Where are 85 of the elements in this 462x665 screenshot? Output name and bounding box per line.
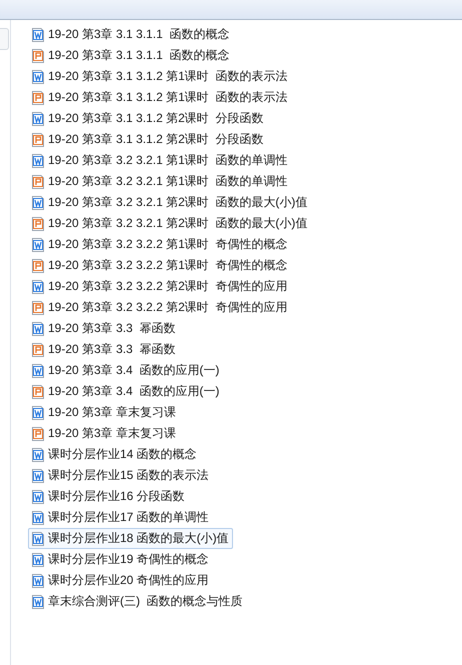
file-name: 19-20 第3章 章末复习课 xyxy=(48,425,176,442)
word-document-icon xyxy=(31,552,45,568)
file-name: 19-20 第3章 3.1 3.1.2 第1课时 函数的表示法 xyxy=(48,89,288,106)
file-name: 课时分层作业20 奇偶性的应用 xyxy=(48,572,209,589)
file-name: 课时分层作业18 函数的最大(小)值 xyxy=(48,530,229,547)
word-document-icon xyxy=(31,594,45,610)
file-item[interactable]: 19-20 第3章 章末复习课 xyxy=(28,402,180,423)
file-item[interactable]: 19-20 第3章 3.2 3.2.2 第2课时 奇偶性的应用 xyxy=(28,276,292,297)
file-name: 章末综合测评(三) 函数的概念与性质 xyxy=(48,593,243,610)
pdf-document-icon xyxy=(31,216,45,232)
file-item[interactable]: 课时分层作业17 函数的单调性 xyxy=(28,507,213,528)
word-document-icon xyxy=(31,510,45,526)
word-document-icon xyxy=(31,278,45,294)
file-name: 19-20 第3章 3.1 3.1.2 第2课时 分段函数 xyxy=(48,110,264,127)
file-item[interactable]: 19-20 第3章 3.1 3.1.1 函数的概念 xyxy=(28,24,234,45)
nav-pane-button[interactable] xyxy=(0,28,9,50)
file-item[interactable]: 19-20 第3章 3.3 幂函数 xyxy=(28,318,180,339)
pdf-document-icon xyxy=(31,300,45,316)
file-name: 19-20 第3章 3.1 3.1.2 第2课时 分段函数 xyxy=(48,131,264,148)
word-document-icon xyxy=(31,530,45,546)
file-name: 19-20 第3章 3.2 3.2.2 第2课时 奇偶性的应用 xyxy=(48,278,288,295)
word-document-icon xyxy=(31,152,45,168)
file-item[interactable]: 19-20 第3章 3.2 3.2.2 第2课时 奇偶性的应用 xyxy=(28,297,292,318)
file-item[interactable]: 19-20 第3章 章末复习课 xyxy=(28,423,180,444)
pdf-document-icon xyxy=(31,90,45,106)
file-name: 课时分层作业19 奇偶性的概念 xyxy=(48,551,209,568)
word-document-icon xyxy=(31,236,45,252)
word-document-icon xyxy=(31,572,45,588)
file-name: 19-20 第3章 3.2 3.2.1 第1课时 函数的单调性 xyxy=(48,152,288,169)
file-item[interactable]: 19-20 第3章 3.2 3.2.2 第1课时 奇偶性的概念 xyxy=(28,255,292,276)
word-document-icon xyxy=(31,362,45,378)
file-item[interactable]: 19-20 第3章 3.1 3.1.2 第2课时 分段函数 xyxy=(28,129,268,150)
pdf-document-icon xyxy=(31,384,45,400)
file-name: 19-20 第3章 3.2 3.2.2 第1课时 奇偶性的概念 xyxy=(48,236,288,253)
file-name: 课时分层作业17 函数的单调性 xyxy=(48,509,209,526)
word-document-icon xyxy=(31,320,45,336)
file-item[interactable]: 19-20 第3章 3.1 3.1.2 第1课时 函数的表示法 xyxy=(28,87,292,108)
file-item[interactable]: 课时分层作业20 奇偶性的应用 xyxy=(28,570,213,591)
file-name: 课时分层作业16 分段函数 xyxy=(48,488,185,505)
file-name: 19-20 第3章 3.2 3.2.1 第2课时 函数的最大(小)值 xyxy=(48,194,308,211)
file-name: 19-20 第3章 3.4 函数的应用(一) xyxy=(48,383,220,400)
file-item[interactable]: 19-20 第3章 3.2 3.2.2 第1课时 奇偶性的概念 xyxy=(28,234,292,255)
pdf-document-icon xyxy=(31,258,45,274)
word-document-icon xyxy=(31,110,45,126)
word-document-icon xyxy=(31,468,45,484)
file-item[interactable]: 19-20 第3章 3.2 3.2.1 第1课时 函数的单调性 xyxy=(28,150,292,171)
file-name: 19-20 第3章 3.2 3.2.1 第1课时 函数的单调性 xyxy=(48,173,288,190)
file-name: 19-20 第3章 3.4 函数的应用(一) xyxy=(48,362,220,379)
file-name: 课时分层作业14 函数的概念 xyxy=(48,446,197,463)
pdf-document-icon xyxy=(31,426,45,442)
pdf-document-icon xyxy=(31,174,45,190)
file-name: 19-20 第3章 3.1 3.1.1 函数的概念 xyxy=(48,26,230,43)
file-item[interactable]: 19-20 第3章 3.1 3.1.2 第2课时 分段函数 xyxy=(28,108,268,129)
file-item[interactable]: 章末综合测评(三) 函数的概念与性质 xyxy=(28,591,247,612)
file-name: 19-20 第3章 3.1 3.1.2 第1课时 函数的表示法 xyxy=(48,68,288,85)
pdf-document-icon xyxy=(31,48,45,64)
file-item[interactable]: 19-20 第3章 3.2 3.2.1 第1课时 函数的单调性 xyxy=(28,171,292,192)
file-name: 19-20 第3章 3.3 幂函数 xyxy=(48,320,176,337)
file-name: 19-20 第3章 3.2 3.2.2 第1课时 奇偶性的概念 xyxy=(48,257,288,274)
file-name: 19-20 第3章 3.3 幂函数 xyxy=(48,341,176,358)
pdf-document-icon xyxy=(31,132,45,148)
word-document-icon xyxy=(31,488,45,504)
file-item[interactable]: 19-20 第3章 3.3 幂函数 xyxy=(28,339,180,360)
pdf-document-icon xyxy=(31,342,45,358)
word-document-icon xyxy=(31,68,45,84)
file-item[interactable]: 课时分层作业18 函数的最大(小)值 xyxy=(28,528,233,549)
file-item[interactable]: 19-20 第3章 3.1 3.1.1 函数的概念 xyxy=(28,45,234,66)
file-item[interactable]: 19-20 第3章 3.1 3.1.2 第1课时 函数的表示法 xyxy=(28,66,292,87)
file-name: 19-20 第3章 3.1 3.1.1 函数的概念 xyxy=(48,47,230,64)
word-document-icon xyxy=(31,194,45,210)
file-item[interactable]: 课时分层作业19 奇偶性的概念 xyxy=(28,549,213,570)
word-document-icon xyxy=(31,446,45,462)
file-name: 19-20 第3章 3.2 3.2.1 第2课时 函数的最大(小)值 xyxy=(48,215,308,232)
file-item[interactable]: 课时分层作业16 分段函数 xyxy=(28,486,189,507)
file-item[interactable]: 课时分层作业14 函数的概念 xyxy=(28,444,201,465)
word-document-icon xyxy=(31,404,45,420)
file-item[interactable]: 课时分层作业15 函数的表示法 xyxy=(28,465,213,486)
file-item[interactable]: 19-20 第3章 3.2 3.2.1 第2课时 函数的最大(小)值 xyxy=(28,192,312,213)
file-name: 课时分层作业15 函数的表示法 xyxy=(48,467,209,484)
file-name: 19-20 第3章 3.2 3.2.2 第2课时 奇偶性的应用 xyxy=(48,299,288,316)
file-item[interactable]: 19-20 第3章 3.4 函数的应用(一) xyxy=(28,360,224,381)
word-document-icon xyxy=(31,26,45,42)
file-item[interactable]: 19-20 第3章 3.4 函数的应用(一) xyxy=(28,381,224,402)
file-item[interactable]: 19-20 第3章 3.2 3.2.1 第2课时 函数的最大(小)值 xyxy=(28,213,312,234)
file-name: 19-20 第3章 章末复习课 xyxy=(48,404,176,421)
